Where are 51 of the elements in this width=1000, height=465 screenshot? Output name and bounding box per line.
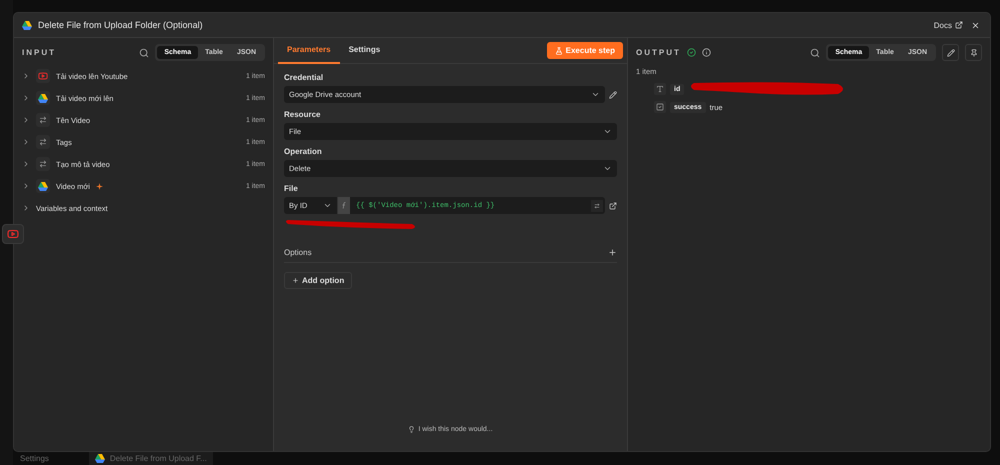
drive-icon <box>22 20 32 30</box>
pencil-icon <box>946 48 954 56</box>
docs-link[interactable]: Docs <box>934 20 963 30</box>
field-label: Operation <box>284 147 323 156</box>
close-icon <box>971 20 980 30</box>
chevron-down-icon <box>603 127 612 136</box>
drive-icon <box>38 94 48 102</box>
node-button[interactable] <box>2 224 24 244</box>
edit-icon[interactable] <box>609 90 617 98</box>
panel-tab[interactable]: Settings <box>340 38 390 64</box>
chevron-down-icon <box>323 201 332 210</box>
drive-icon <box>38 182 48 190</box>
expand-icon[interactable] <box>22 204 30 212</box>
field-label: Credential <box>284 73 324 82</box>
chevron-down-icon <box>603 164 612 173</box>
expand-icon[interactable] <box>22 160 30 168</box>
pin-icon <box>970 48 978 56</box>
dialog-title: Delete File from Upload Folder (Optional) <box>38 20 204 30</box>
external-link-icon <box>955 21 963 29</box>
flask-icon <box>554 46 563 54</box>
info-icon[interactable] <box>702 48 711 57</box>
function-icon <box>341 202 347 209</box>
field-label: Resource <box>284 110 322 119</box>
plus-icon <box>292 277 299 284</box>
expand-icon[interactable] <box>22 182 30 190</box>
edit-button[interactable] <box>942 44 959 61</box>
arrows-icon <box>39 160 47 168</box>
lightbulb-icon <box>408 426 416 433</box>
expand-icon[interactable] <box>22 94 30 102</box>
map-button[interactable] <box>591 200 603 212</box>
panel-title: INPUT <box>22 48 56 57</box>
expand-icon[interactable] <box>22 72 30 80</box>
node-tab-label: Delete File from Upload F... <box>110 454 207 463</box>
expand-icon[interactable] <box>22 138 30 146</box>
arrows-icon <box>594 202 600 208</box>
expand-icon[interactable] <box>22 116 30 124</box>
open-link-icon[interactable] <box>609 202 617 210</box>
drive-icon <box>94 454 105 463</box>
chevron-down-icon <box>591 90 600 99</box>
search-icon[interactable] <box>810 48 820 58</box>
arrows-icon <box>39 116 47 124</box>
add-option-button[interactable]: Add option <box>284 272 352 289</box>
panel-tab[interactable]: Parameters <box>278 38 340 64</box>
video-player-icon <box>7 228 19 240</box>
field-label: File <box>284 184 299 193</box>
arrows-icon <box>39 138 47 146</box>
add-icon[interactable] <box>608 248 617 257</box>
panel-title: OUTPUT <box>636 48 681 57</box>
options-label: Options <box>284 248 312 257</box>
search-icon[interactable] <box>139 48 150 58</box>
pin-button[interactable] <box>965 44 982 61</box>
